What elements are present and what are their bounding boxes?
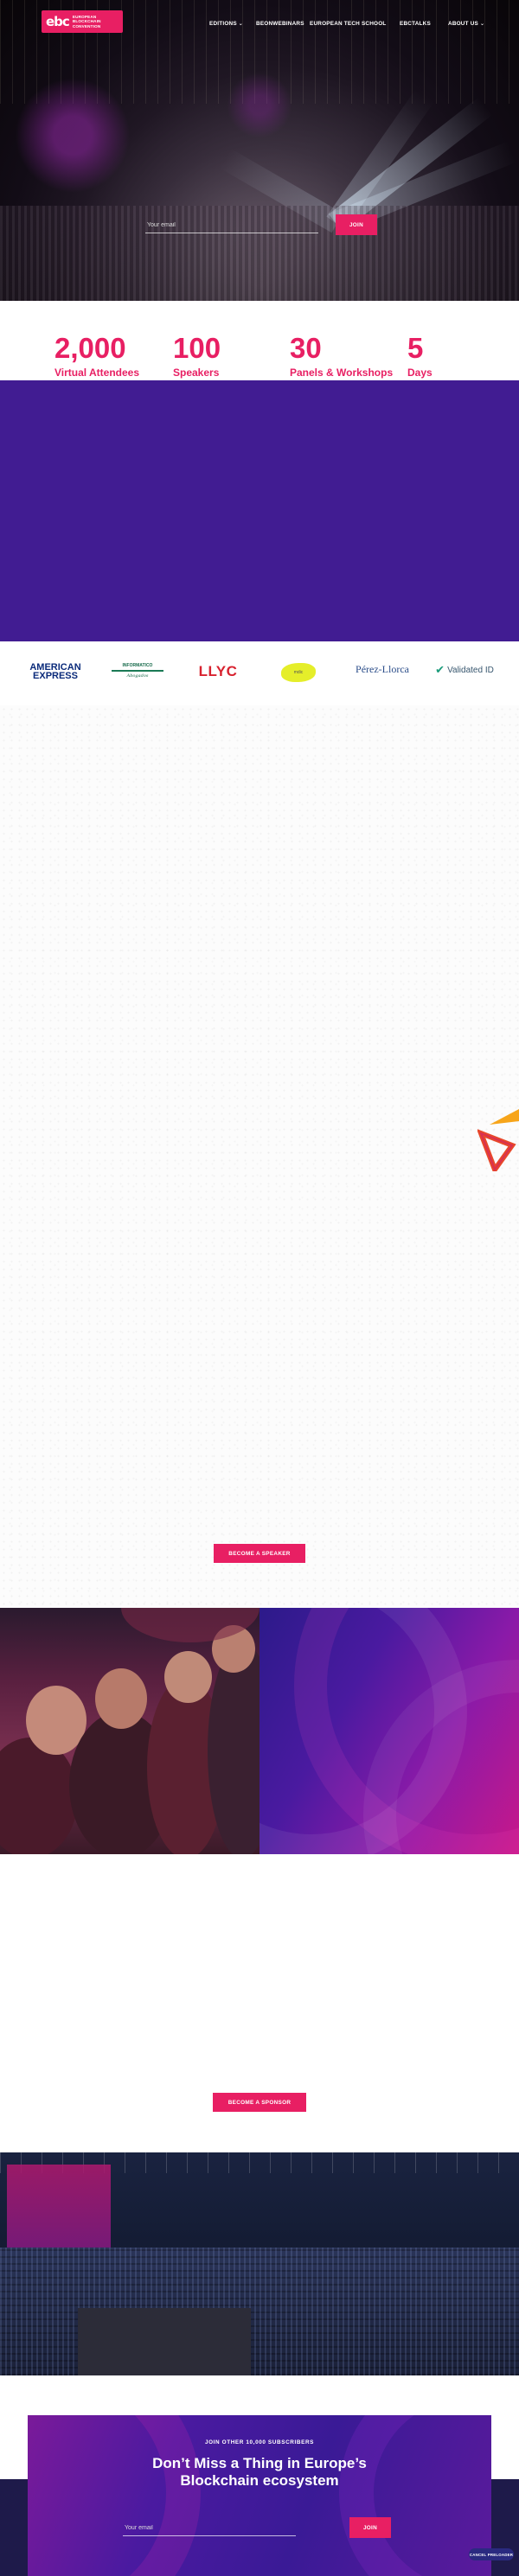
- nav-webinars-label: BEONWEBINARS: [256, 20, 304, 27]
- newsletter-box: JOIN OTHER 10,000 SUBSCRIBERS Don’t Miss…: [28, 2415, 491, 2576]
- gradient-panel: [260, 1608, 519, 1854]
- triangle-decoration-icon: [477, 1109, 519, 1171]
- nav-tech-school-label: EUROPEAN TECH SCHOOL: [310, 20, 387, 27]
- chevron-down-icon: ⌄: [238, 21, 244, 27]
- nav-ebctalks[interactable]: EBCTALKS: [400, 18, 431, 29]
- hero-subscribe-form: JOIN: [145, 214, 377, 237]
- partner-logo-mdic[interactable]: mdic: [270, 663, 327, 682]
- hero-section: ebc EUROPEAN BLOCKCHAIN CONVENTION EDITI…: [0, 0, 519, 301]
- purple-video-band: [0, 380, 519, 641]
- stat-value: 2,000: [54, 332, 126, 364]
- cancel-preloader-button[interactable]: CANCEL PRELOADER: [469, 2548, 514, 2560]
- logo-text: EUROPEAN BLOCKCHAIN CONVENTION: [72, 14, 101, 29]
- nav-editions[interactable]: EDITIONS ⌄: [209, 18, 243, 29]
- stat-value: 30: [290, 332, 322, 364]
- logo-divider: [112, 670, 163, 672]
- stat-panels: 30 Panels & Workshops: [290, 334, 393, 379]
- person-silhouette: [0, 1738, 78, 1854]
- stat-attendees: 2,000 Virtual Attendees: [54, 334, 139, 379]
- nav-webinars[interactable]: BEONWEBINARS: [256, 18, 304, 29]
- arena-photo: [0, 2152, 519, 2375]
- partner-logo-informatico[interactable]: INFORMATICO Abogados: [107, 663, 168, 679]
- newsletter-title: Don’t Miss a Thing in Europe’s Blockchai…: [152, 2455, 367, 2489]
- audience-photo: [0, 1608, 260, 1854]
- newsletter-eyebrow: JOIN OTHER 10,000 SUBSCRIBERS: [204, 2439, 315, 2445]
- logo-mark: ebc: [46, 14, 70, 29]
- speakers-section: [0, 705, 519, 1608]
- person-face: [95, 1668, 147, 1729]
- stat-label: Panels & Workshops: [290, 367, 394, 379]
- chevron-down-icon: ⌄: [479, 21, 485, 27]
- become-sponsor-button[interactable]: BECOME A SPONSOR: [213, 2093, 306, 2112]
- nav-about[interactable]: ABOUT US ⌄: [448, 18, 484, 29]
- newsletter-join-button[interactable]: JOIN: [349, 2517, 391, 2538]
- stat-value: 5: [407, 332, 424, 364]
- stat-days: 5 Days: [407, 334, 432, 379]
- stat-speakers: 100 Speakers: [173, 334, 221, 379]
- site-logo[interactable]: ebc EUROPEAN BLOCKCHAIN CONVENTION: [42, 10, 123, 33]
- hero-join-button[interactable]: JOIN: [336, 214, 377, 235]
- person-face: [164, 1651, 212, 1703]
- mdic-blob: mdic: [281, 663, 316, 682]
- partner-logo-llyc[interactable]: LLYC: [192, 663, 244, 680]
- arena-stage: [78, 2308, 251, 2375]
- hero-email-input[interactable]: [145, 218, 318, 233]
- partner-logo-perez-llorca[interactable]: Pérez-Llorca: [349, 663, 415, 676]
- nav-tech-school[interactable]: EUROPEAN TECH SCHOOL: [310, 18, 387, 29]
- partner-logo-amex[interactable]: AMERICAN EXPRESS: [21, 663, 90, 681]
- nav-editions-label: EDITIONS: [209, 20, 237, 27]
- newsletter-email-input[interactable]: [123, 2521, 296, 2536]
- stat-label: Virtual Attendees: [54, 367, 140, 379]
- check-icon: ✔: [435, 663, 445, 676]
- partner-logos: AMERICAN EXPRESS INFORMATICO Abogados LL…: [0, 641, 519, 705]
- become-speaker-button[interactable]: BECOME A SPEAKER: [214, 1544, 305, 1563]
- nav-ebctalks-label: EBCTALKS: [400, 20, 431, 27]
- stat-label: Speakers: [173, 367, 220, 379]
- stat-value: 100: [173, 332, 221, 364]
- stat-label: Days: [407, 367, 432, 379]
- partner-logo-validated-id[interactable]: ✔ Validated ID: [426, 663, 503, 677]
- nav-about-label: ABOUT US: [448, 20, 478, 27]
